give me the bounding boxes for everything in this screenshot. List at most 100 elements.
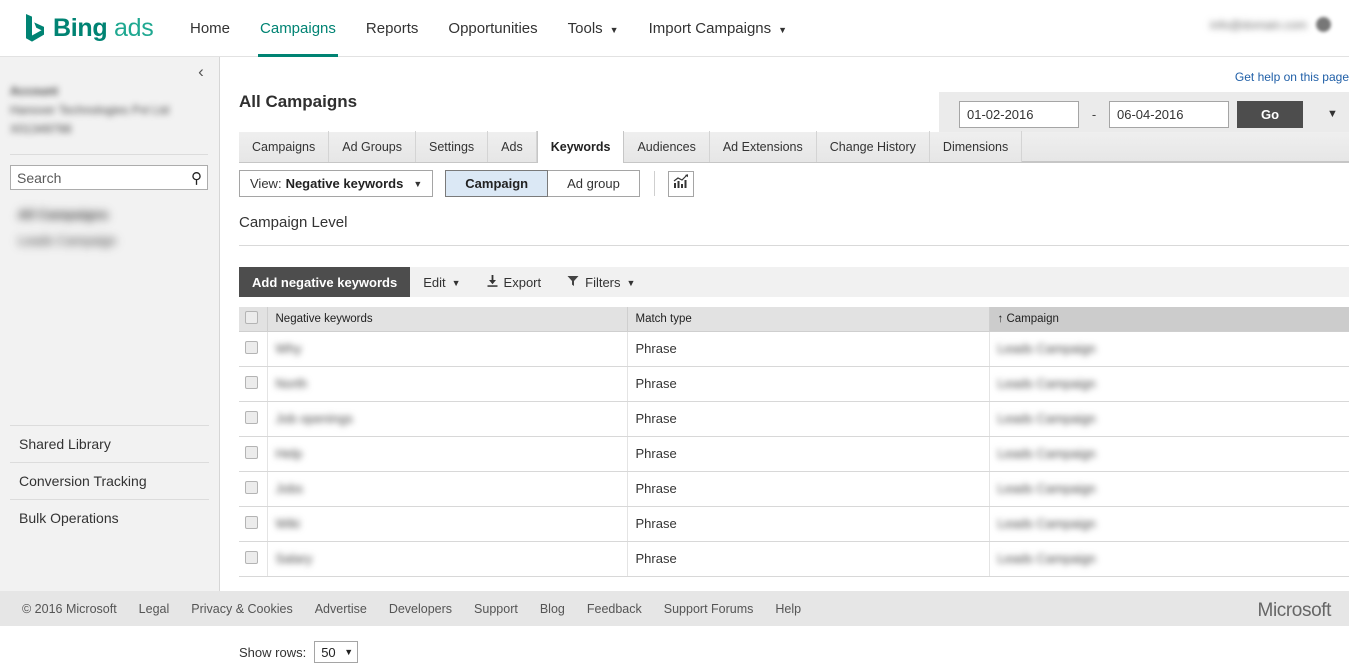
checkbox-unchecked-icon[interactable] (245, 410, 258, 424)
row-select-cell[interactable] (239, 436, 268, 472)
cell-campaign[interactable]: Leads Campaign (989, 331, 1349, 367)
show-rows-select[interactable]: 50 ▼ (314, 641, 359, 663)
checkbox-unchecked-icon[interactable] (245, 480, 258, 494)
cell-campaign[interactable]: Leads Campaign (989, 366, 1349, 402)
tab-dimensions[interactable]: Dimensions (930, 131, 1023, 162)
account-menu[interactable]: info@domain.com (1210, 17, 1331, 32)
tab-settings[interactable]: Settings (416, 131, 489, 162)
checkbox-unchecked-icon[interactable] (245, 310, 258, 324)
user-avatar-icon[interactable] (1316, 17, 1331, 32)
tab-audiences[interactable]: Audiences (624, 131, 710, 162)
chevron-left-icon[interactable]: ‹ (191, 62, 211, 82)
row-select-cell[interactable] (239, 331, 268, 367)
nav-item-opportunities[interactable]: Opportunities (433, 0, 552, 57)
footer-link-support-forums[interactable]: Support Forums (664, 602, 754, 616)
cell-campaign[interactable]: Leads Campaign (989, 471, 1349, 507)
tab-ad-extensions[interactable]: Ad Extensions (710, 131, 817, 162)
table-row[interactable]: Salary Phrase Leads Campaign (239, 541, 1349, 577)
cell-negative-keyword[interactable]: Help (267, 436, 628, 472)
cell-negative-keyword[interactable]: Salary (267, 541, 628, 577)
row-select-cell[interactable] (239, 506, 268, 542)
chart-toggle-button[interactable] (667, 170, 694, 197)
table-row[interactable]: North Phrase Leads Campaign (239, 366, 1349, 402)
cell-campaign[interactable]: Leads Campaign (989, 541, 1349, 577)
view-dropdown[interactable]: View: Negative keywords ▼ (239, 170, 434, 197)
footer-link-developers[interactable]: Developers (389, 602, 452, 616)
row-select-cell[interactable] (239, 541, 268, 577)
checkbox-unchecked-icon[interactable] (245, 515, 258, 529)
footer-link-legal[interactable]: Legal (139, 602, 170, 616)
footer-link-privacy-cookies[interactable]: Privacy & Cookies (191, 602, 292, 616)
footer-link-advertise[interactable]: Advertise (315, 602, 367, 616)
get-help-link[interactable]: Get help on this page (1235, 70, 1349, 84)
row-select-cell[interactable] (239, 401, 268, 437)
cell-campaign[interactable]: Leads Campaign (989, 436, 1349, 472)
column-header-match-type[interactable]: Match type (627, 307, 990, 332)
cell-negative-keyword[interactable]: Why (267, 331, 628, 367)
sidebar-item-label: Conversion Tracking (19, 473, 147, 489)
nav-item-tools[interactable]: Tools ▼ (553, 0, 634, 57)
nav-item-import-campaigns[interactable]: Import Campaigns ▼ (634, 0, 802, 57)
checkbox-unchecked-icon[interactable] (245, 550, 258, 564)
segment-campaign[interactable]: Campaign (445, 170, 549, 197)
match-type-text: Phrase (635, 446, 677, 461)
sidebar-item-bulk-operations[interactable]: Bulk Operations (10, 499, 209, 536)
search-icon[interactable]: ⚲ (191, 169, 202, 187)
footer-link-feedback[interactable]: Feedback (587, 602, 642, 616)
show-rows-label: Show rows: (239, 644, 307, 660)
table-header-row: Negative keywords Match type ↑ Campaign (239, 307, 1349, 332)
checkbox-unchecked-icon[interactable] (245, 445, 258, 459)
edit-menu-button[interactable]: Edit ▼ (410, 267, 473, 297)
table-row[interactable]: Help Phrase Leads Campaign (239, 436, 1349, 472)
footer-link-support[interactable]: Support (474, 602, 518, 616)
date-start-input[interactable]: 01-02-2016 (959, 100, 1079, 128)
nav-item-reports[interactable]: Reports (351, 0, 434, 57)
sidebar-item-conversion-tracking[interactable]: Conversion Tracking (10, 462, 209, 499)
footer-link-blog[interactable]: Blog (540, 602, 565, 616)
tree-item-all-campaigns[interactable]: All Campaigns (10, 202, 210, 228)
export-button[interactable]: Export (474, 267, 555, 297)
nav-item-campaigns[interactable]: Campaigns (245, 0, 351, 57)
filters-button[interactable]: Filters ▼ (554, 267, 648, 297)
download-icon (487, 274, 498, 290)
table-row[interactable]: Why Phrase Leads Campaign (239, 331, 1349, 367)
date-end-input[interactable]: 06-04-2016 (1109, 100, 1229, 128)
tab-ads[interactable]: Ads (488, 131, 537, 162)
tab-ad-groups[interactable]: Ad Groups (329, 131, 416, 162)
sidebar-item-shared-library[interactable]: Shared Library (10, 425, 209, 462)
checkbox-unchecked-icon[interactable] (245, 340, 258, 354)
tab-label: Keywords (550, 140, 611, 154)
go-button[interactable]: Go (1237, 100, 1303, 128)
row-select-cell[interactable] (239, 366, 268, 402)
cell-negative-keyword[interactable]: Jobs (267, 471, 628, 507)
account-name: Hanover Technologies Pvt Ltd (10, 103, 170, 117)
nav-item-home[interactable]: Home (175, 0, 245, 57)
table-row[interactable]: Jobs Phrase Leads Campaign (239, 471, 1349, 507)
search-input[interactable] (17, 166, 177, 189)
select-all-cell[interactable] (239, 307, 268, 332)
row-select-cell[interactable] (239, 471, 268, 507)
cell-negative-keyword[interactable]: Wiki (267, 506, 628, 542)
cell-negative-keyword[interactable]: North (267, 366, 628, 402)
footer-links: © 2016 Microsoft Legal Privacy & Cookies… (22, 602, 801, 616)
chevron-down-icon[interactable]: ▼ (1327, 108, 1338, 120)
tab-campaigns[interactable]: Campaigns (239, 131, 330, 162)
checkbox-unchecked-icon[interactable] (245, 375, 258, 389)
tab-change-history[interactable]: Change History (817, 131, 930, 162)
tree-item-leads-campaign[interactable]: Leads Campaign (10, 228, 210, 254)
column-header-campaign[interactable]: ↑ Campaign (989, 307, 1349, 332)
chevron-down-icon: ▼ (609, 24, 619, 35)
tab-keywords[interactable]: Keywords (536, 131, 625, 163)
sidebar-search[interactable]: ⚲ (10, 165, 208, 190)
cell-campaign[interactable]: Leads Campaign (989, 506, 1349, 542)
footer-link-help[interactable]: Help (775, 602, 801, 616)
table-row[interactable]: Job openings Phrase Leads Campaign (239, 401, 1349, 437)
bing-ads-logo[interactable]: Bing ads (24, 13, 154, 43)
segment-ad-group[interactable]: Ad group (548, 170, 640, 197)
table-row[interactable]: Wiki Phrase Leads Campaign (239, 506, 1349, 542)
logo-bing-text: Bing (53, 13, 108, 42)
cell-negative-keyword[interactable]: Job openings (267, 401, 628, 437)
column-header-negative-keywords[interactable]: Negative keywords (267, 307, 628, 332)
cell-campaign[interactable]: Leads Campaign (989, 401, 1349, 437)
add-negative-keywords-button[interactable]: Add negative keywords (239, 267, 411, 297)
